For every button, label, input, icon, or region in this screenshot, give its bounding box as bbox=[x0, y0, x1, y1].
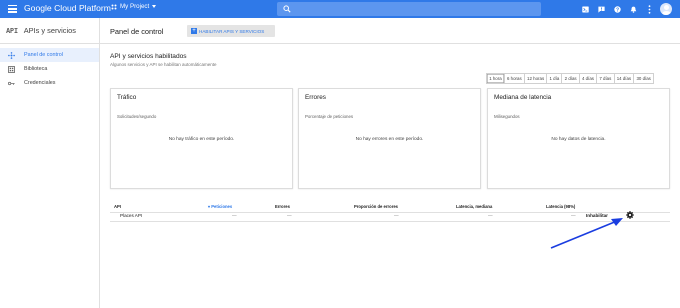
card-empty-message: No hay datos de latencia. bbox=[551, 137, 606, 142]
time-tab-7d[interactable]: 7 días bbox=[597, 74, 615, 83]
time-range-selector: 1 hora 6 horas 12 horas 1 día 2 días 4 d… bbox=[486, 73, 655, 84]
time-tab-2d[interactable]: 2 días bbox=[562, 74, 580, 83]
time-tab-12h[interactable]: 12 horas bbox=[525, 74, 548, 83]
account-avatar[interactable] bbox=[660, 3, 672, 15]
menu-icon[interactable] bbox=[8, 5, 17, 13]
search-input[interactable] bbox=[277, 2, 541, 16]
col-latency-98[interactable]: Latencia (98%) bbox=[546, 204, 575, 209]
card-title: Mediana de latencia bbox=[494, 94, 552, 101]
card-title: Errores bbox=[305, 94, 326, 101]
sidebar-item-credentials[interactable]: Credenciales bbox=[0, 76, 99, 90]
section-title: API y servicios habilitados bbox=[110, 53, 187, 60]
sidebar-item-library[interactable]: Biblioteca bbox=[0, 62, 99, 76]
col-error-ratio[interactable]: Proporción de errores bbox=[354, 204, 398, 209]
sidebar-item-label: Panel de control bbox=[24, 52, 63, 58]
card-empty-message: No hay errores en este período. bbox=[355, 137, 424, 142]
more-vert-icon[interactable] bbox=[644, 3, 654, 15]
requests-value: — bbox=[232, 213, 237, 218]
errors-card: Errores Porcentaje de peticiones No hay … bbox=[298, 88, 481, 189]
main-header: Panel de control + HABILITAR APIS Y SERV… bbox=[100, 18, 680, 44]
card-subtitle: Porcentaje de peticiones bbox=[305, 114, 354, 119]
time-tab-6h[interactable]: 6 horas bbox=[505, 74, 525, 83]
bell-icon[interactable] bbox=[628, 3, 638, 15]
sidebar-item-dashboard[interactable]: Panel de control bbox=[0, 48, 99, 62]
dashboard-icon bbox=[8, 51, 15, 59]
notifications-icon[interactable] bbox=[596, 3, 606, 15]
top-bar: Google Cloud Platform My Project ? bbox=[0, 0, 680, 18]
col-requests-label: Peticiones bbox=[211, 204, 233, 209]
main-content: Panel de control + HABILITAR APIS Y SERV… bbox=[100, 18, 680, 308]
cloud-shell-icon[interactable] bbox=[580, 3, 590, 15]
key-icon bbox=[8, 80, 15, 87]
help-icon[interactable]: ? bbox=[612, 3, 622, 15]
brand-title[interactable]: Google Cloud Platform bbox=[24, 3, 111, 13]
project-dots-icon bbox=[111, 4, 117, 9]
time-tab-1d[interactable]: 1 día bbox=[547, 74, 563, 83]
annotation-arrow-icon bbox=[550, 218, 623, 249]
section-subtitle: Algunos servicios y API se habilitan aut… bbox=[110, 62, 217, 67]
time-tab-4d[interactable]: 4 días bbox=[580, 74, 598, 83]
traffic-card: Tráfico Solicitudes/segundo No hay tráfi… bbox=[110, 88, 293, 189]
sidebar: API APIs y servicios Panel de control Bi… bbox=[0, 18, 100, 308]
page-title: Panel de control bbox=[110, 27, 164, 36]
enable-apis-button[interactable]: + HABILITAR APIS Y SERVICIOS bbox=[187, 25, 275, 37]
library-icon bbox=[8, 65, 15, 73]
sidebar-item-label: Credenciales bbox=[24, 80, 56, 86]
search-icon bbox=[283, 5, 291, 13]
time-tab-30d[interactable]: 30 días bbox=[634, 74, 653, 83]
project-selector[interactable]: My Project bbox=[111, 3, 157, 10]
api-name[interactable]: Places API bbox=[120, 213, 142, 218]
latency-median-value: — bbox=[488, 213, 493, 218]
card-subtitle: Solicitudes/segundo bbox=[117, 114, 157, 119]
latency-card: Mediana de latencia Milisegundos No hay … bbox=[487, 88, 670, 189]
api-logo: API bbox=[6, 26, 18, 35]
card-title: Tráfico bbox=[117, 94, 137, 101]
time-tab-14d[interactable]: 14 días bbox=[615, 74, 635, 83]
time-tab-1h[interactable]: 1 hora bbox=[487, 74, 505, 83]
chevron-down-icon bbox=[152, 5, 157, 8]
col-latency-median[interactable]: Latencia, mediana bbox=[456, 204, 492, 209]
sidebar-title: APIs y servicios bbox=[23, 26, 76, 35]
enable-apis-label: HABILITAR APIS Y SERVICIOS bbox=[199, 28, 265, 34]
gear-icon[interactable] bbox=[626, 211, 634, 219]
plus-icon: + bbox=[191, 28, 197, 34]
svg-text:?: ? bbox=[615, 7, 618, 13]
col-api[interactable]: API bbox=[114, 204, 121, 209]
sidebar-item-label: Biblioteca bbox=[24, 66, 48, 72]
errors-value: — bbox=[287, 213, 292, 218]
col-requests[interactable]: ▾ Peticiones bbox=[208, 204, 232, 209]
project-name: My Project bbox=[120, 3, 150, 10]
card-empty-message: No hay tráfico en este período. bbox=[168, 137, 235, 142]
card-subtitle: Milisegundos bbox=[494, 114, 520, 119]
col-errors[interactable]: Errores bbox=[275, 204, 290, 209]
sidebar-header: API APIs y servicios bbox=[0, 18, 99, 44]
top-actions: ? bbox=[580, 3, 660, 15]
error-ratio-value: — bbox=[394, 213, 399, 218]
